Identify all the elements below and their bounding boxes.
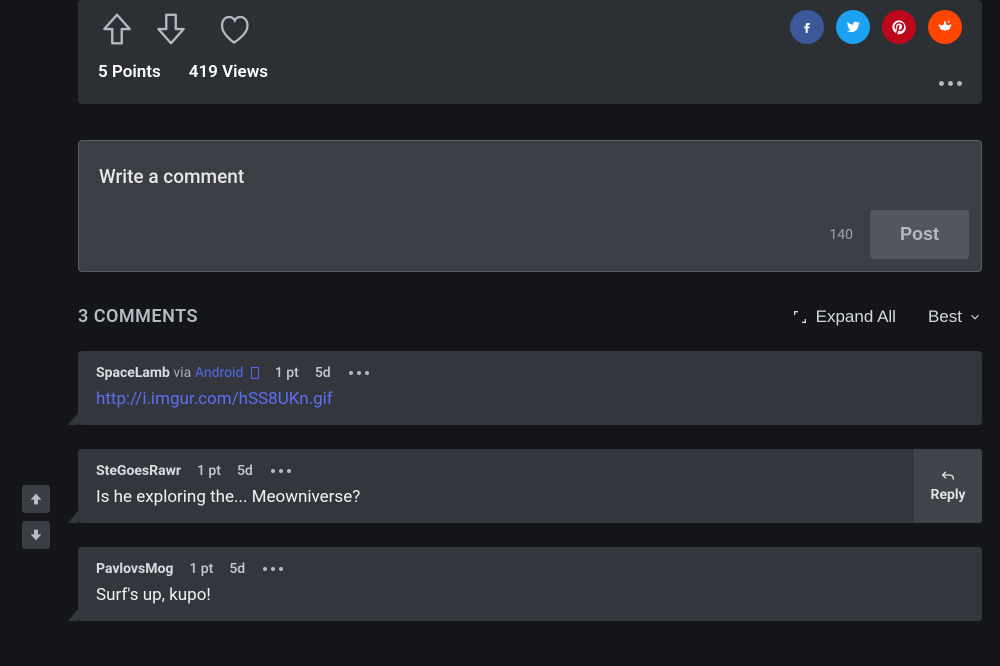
share-twitter-button[interactable]: [836, 10, 870, 44]
comments-count-title: 3 COMMENTS: [78, 306, 198, 327]
pinterest-icon: [891, 19, 907, 35]
expand-all-label: Expand All: [816, 307, 896, 327]
comment-more-button[interactable]: [263, 567, 283, 571]
more-dots-icon: [939, 81, 962, 86]
comment-more-button[interactable]: [271, 469, 291, 473]
comment-compose-box[interactable]: Write a comment 140 Post: [78, 140, 982, 272]
share-reddit-button[interactable]: [928, 10, 962, 44]
reply-icon: [938, 469, 958, 485]
heart-icon: [216, 11, 252, 47]
views-label: 419 Views: [189, 62, 268, 82]
comment-age: 5d: [315, 365, 331, 381]
comment-via: via: [173, 365, 194, 381]
favorite-button[interactable]: [216, 11, 252, 47]
post-actions-card: 5 Points 419 Views: [78, 0, 982, 104]
comment-author[interactable]: SteGoesRawr: [96, 463, 181, 479]
comment-item: SpaceLamb via Android 1 pt 5d http://i.i…: [78, 351, 982, 425]
upvote-button[interactable]: [98, 10, 136, 48]
comment-points: 1 pt: [275, 365, 299, 381]
comment-points: 1 pt: [189, 561, 213, 577]
twitter-icon: [845, 19, 861, 35]
comment-item: PavlovsMog 1 pt 5d Surf's up, kupo!: [78, 547, 982, 621]
comment-body-link[interactable]: http://i.imgur.com/hSS8UKn.gif: [96, 389, 333, 409]
comment-author[interactable]: PavlovsMog: [96, 561, 173, 577]
chevron-down-icon: [968, 310, 982, 324]
points-label: 5 Points: [98, 62, 161, 82]
comment-age: 5d: [229, 561, 245, 577]
comment-upvote-button[interactable]: [22, 485, 50, 513]
sort-button[interactable]: Best: [928, 307, 982, 327]
more-dots-icon: [349, 371, 369, 375]
downvote-icon: [28, 527, 44, 543]
downvote-button[interactable]: [152, 10, 190, 48]
post-comment-button[interactable]: Post: [870, 210, 969, 259]
char-count: 140: [829, 227, 853, 243]
more-dots-icon: [263, 567, 283, 571]
expand-all-button[interactable]: Expand All: [792, 307, 896, 327]
phone-icon: [251, 367, 259, 379]
downvote-icon: [152, 10, 190, 48]
more-dots-icon: [271, 469, 291, 473]
upvote-icon: [98, 10, 136, 48]
comment-body: Is he exploring the... Meowniverse?: [96, 487, 904, 507]
comment-more-button[interactable]: [349, 371, 369, 375]
share-facebook-button[interactable]: [790, 10, 824, 44]
comment-item: SteGoesRawr 1 pt 5d Is he exploring the.…: [78, 449, 982, 523]
share-pinterest-button[interactable]: [882, 10, 916, 44]
reply-button[interactable]: Reply: [914, 449, 982, 523]
facebook-icon: [799, 19, 815, 35]
comment-platform-link[interactable]: Android: [195, 365, 244, 381]
comment-author[interactable]: SpaceLamb: [96, 365, 170, 381]
upvote-icon: [28, 491, 44, 507]
comment-body: Surf's up, kupo!: [96, 585, 964, 605]
post-more-button[interactable]: [939, 81, 962, 86]
comment-age: 5d: [237, 463, 253, 479]
comment-placeholder: Write a comment: [99, 165, 961, 188]
sort-label: Best: [928, 307, 962, 327]
reddit-icon: [936, 18, 954, 36]
reply-label: Reply: [931, 487, 966, 503]
comment-points: 1 pt: [197, 463, 221, 479]
expand-icon: [792, 309, 808, 325]
comment-downvote-button[interactable]: [22, 521, 50, 549]
